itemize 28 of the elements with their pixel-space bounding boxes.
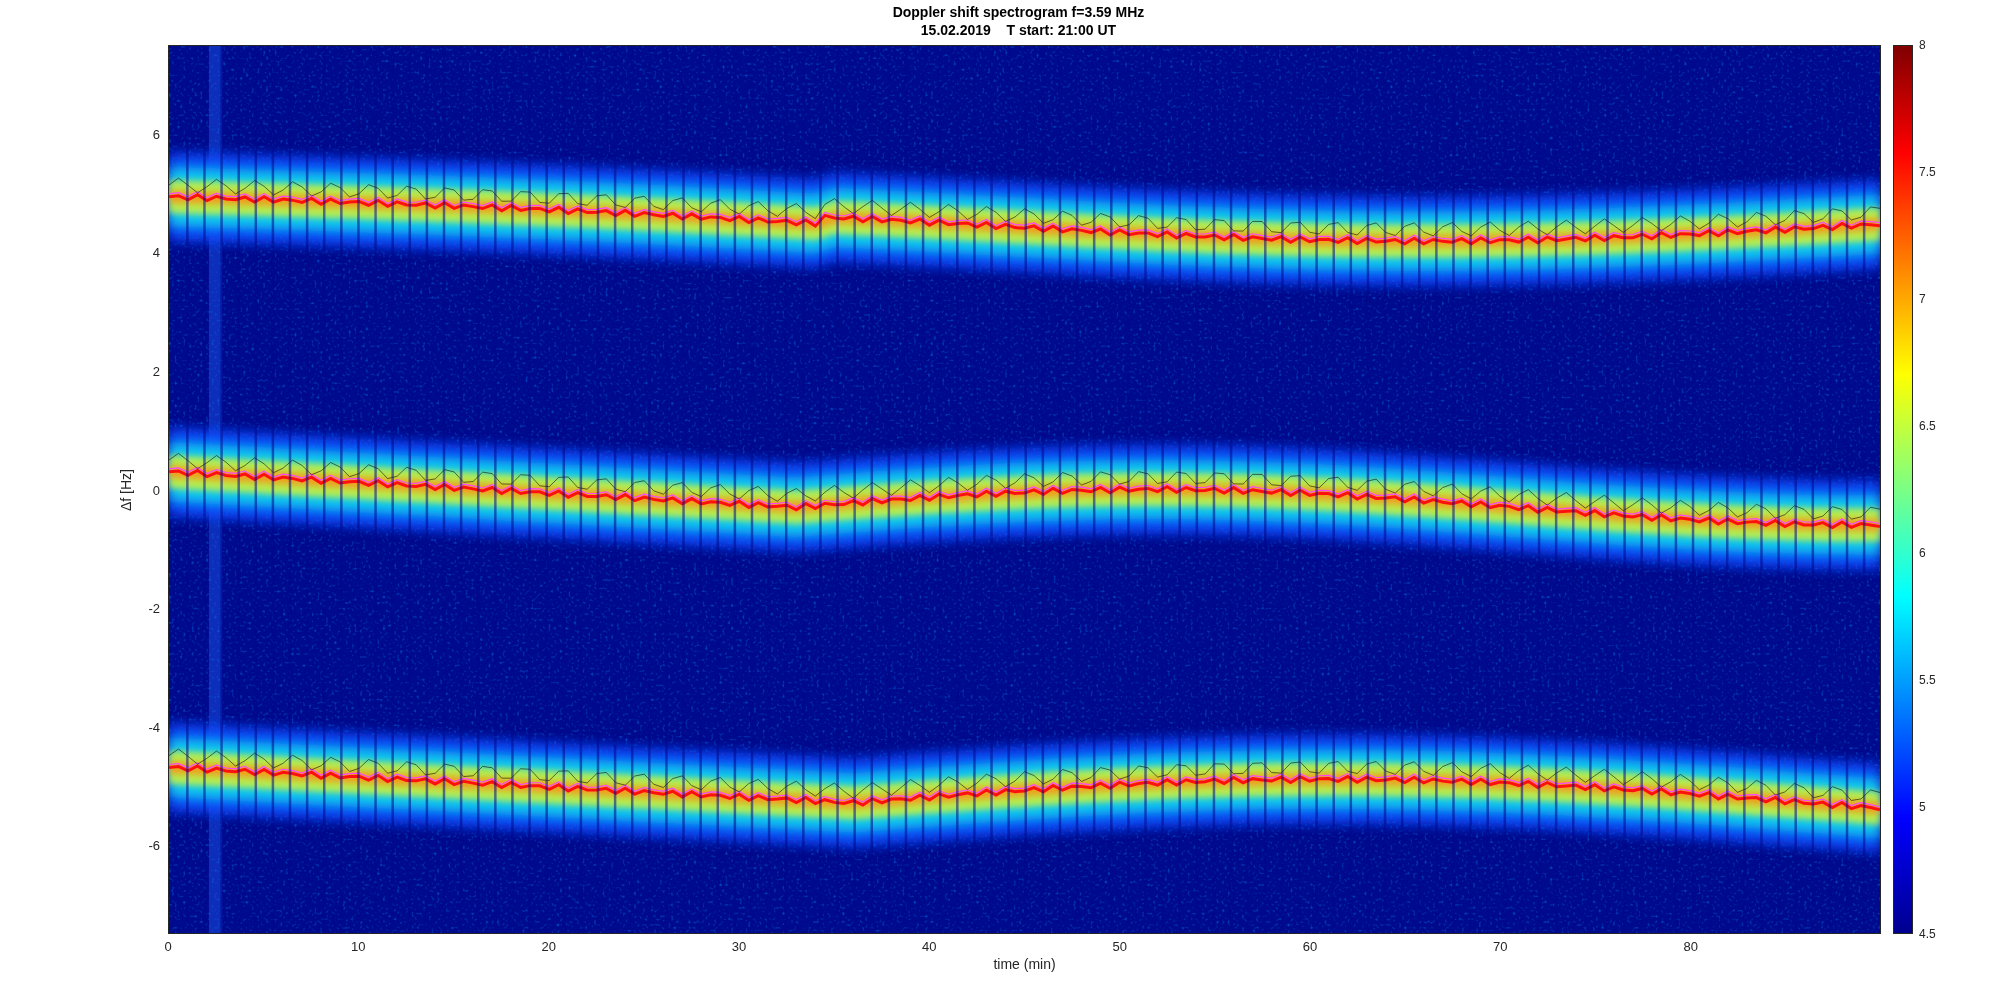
colorbar-tick-label: 6.5 — [1919, 419, 1936, 433]
colorbar-tick-label: 7.5 — [1919, 165, 1936, 179]
x-tick-label: 40 — [922, 939, 937, 954]
y-axis-label: Δf [Hz] — [118, 468, 134, 511]
colorbar-tick-label: 5.5 — [1919, 673, 1936, 687]
x-tick-label: 30 — [731, 939, 747, 954]
x-tick-label: 50 — [1112, 939, 1127, 954]
chart-title: Doppler shift spectrogram f=3.59 MHz — [892, 3, 1145, 21]
colorbar-tick-label: 7 — [1919, 292, 1926, 306]
y-tick-label: -6 — [148, 837, 160, 853]
x-tick-label: 0 — [164, 939, 172, 954]
y-tick-label: 2 — [152, 363, 160, 379]
x-tick-label: 70 — [1493, 939, 1508, 954]
x-tick-label: 10 — [351, 939, 366, 954]
y-tick-label: 4 — [152, 244, 160, 260]
y-tick-label: -2 — [148, 600, 160, 616]
colorbar-tick-label: 5 — [1919, 800, 1926, 814]
x-tick-label: 60 — [1302, 939, 1318, 954]
x-tick-label: 20 — [541, 939, 556, 954]
chart-subtitle: 15.02.2019 T start: 21:00 UT — [920, 21, 1117, 39]
colorbar-tick-label: 6 — [1919, 546, 1926, 560]
colorbar-tick-label: 4.5 — [1919, 927, 1936, 941]
y-tick-label: -4 — [148, 719, 160, 735]
y-tick-label: 0 — [152, 482, 160, 497]
x-tick-label: 80 — [1683, 939, 1698, 954]
colorbar-tick-label: 8 — [1919, 38, 1926, 52]
y-tick-label: 6 — [152, 126, 160, 142]
x-axis-label: time (min) — [993, 956, 1056, 972]
